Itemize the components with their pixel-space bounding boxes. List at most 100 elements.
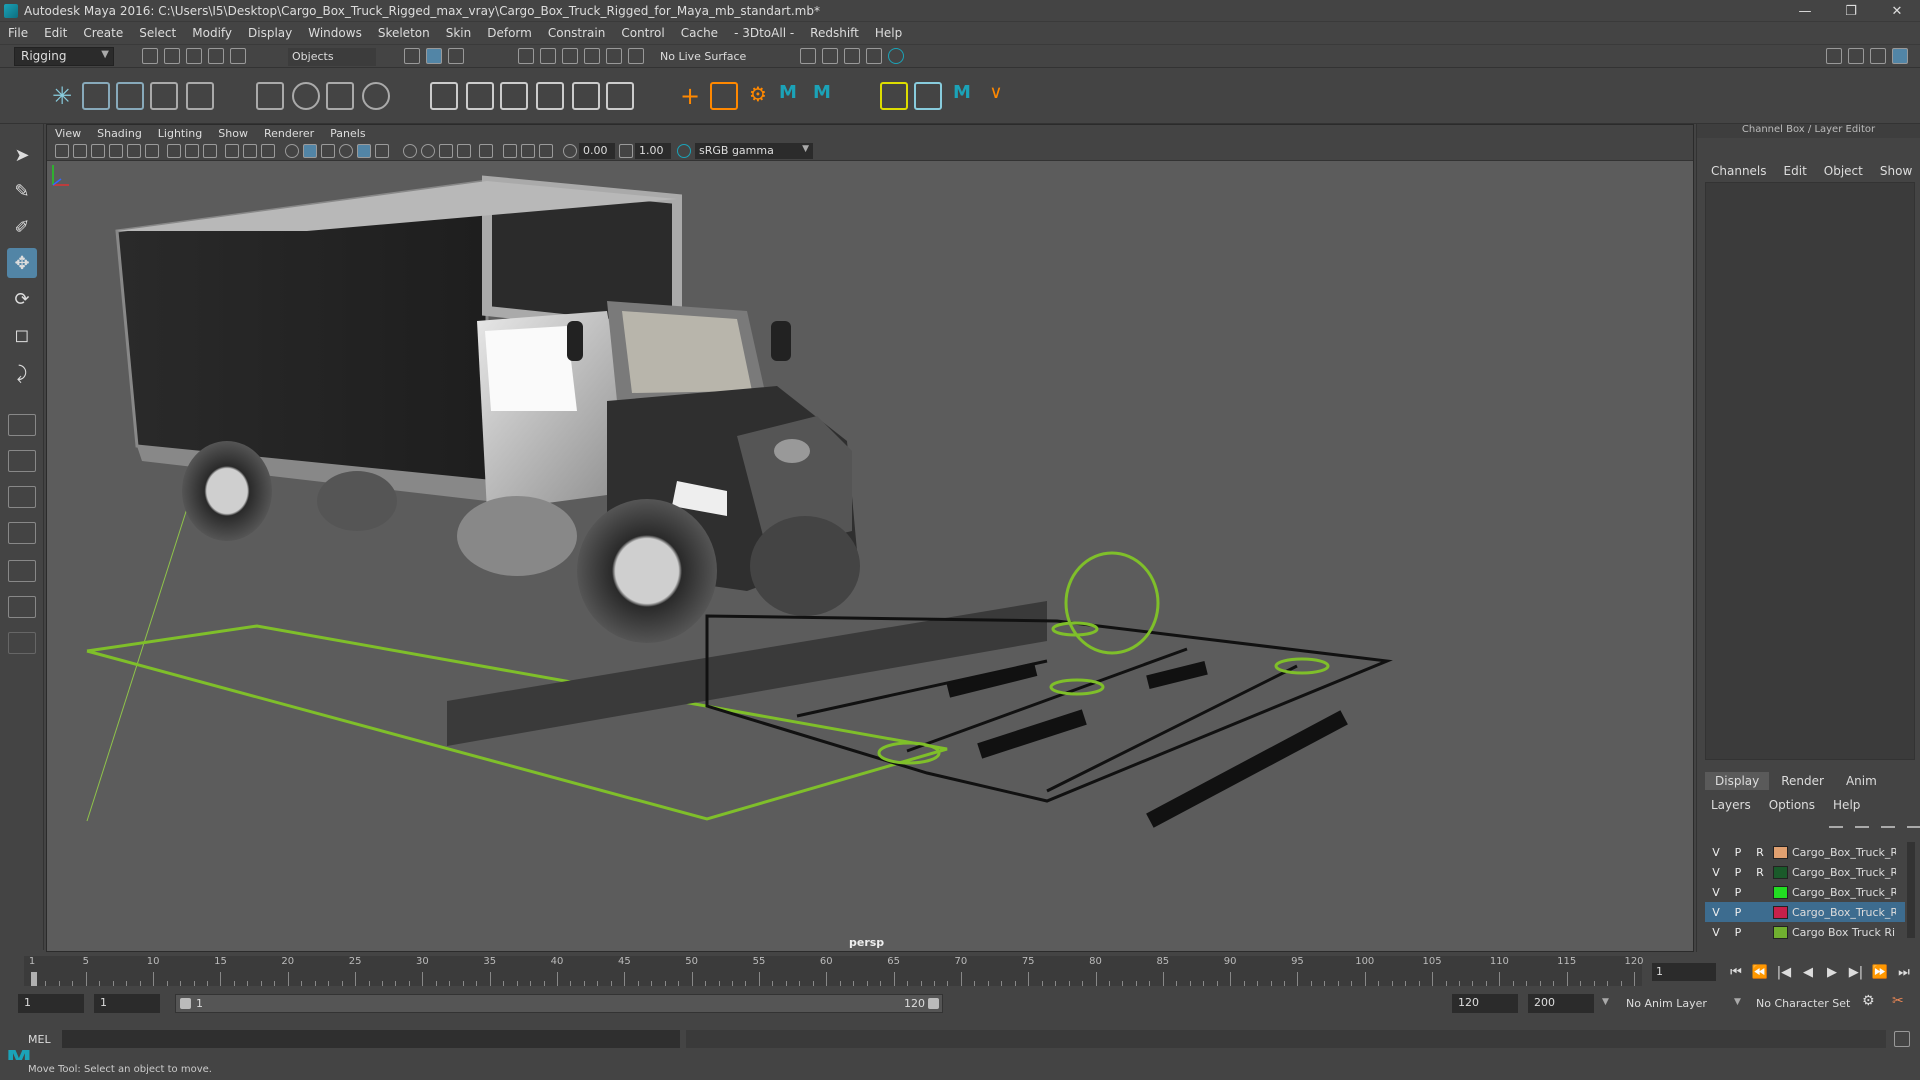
current-time-marker[interactable] [31,972,37,986]
resolution-gate-icon[interactable] [203,144,217,158]
menu-help[interactable]: Help [875,26,902,40]
play-backwards-button[interactable]: ◀ [1796,963,1820,981]
layer-visibility-toggle[interactable]: V [1705,846,1727,859]
menu-deform[interactable]: Deform [487,26,532,40]
select-component-icon[interactable] [448,48,464,64]
outliner-layout-icon[interactable] [8,522,36,544]
cb-menu-object[interactable]: Object [1824,164,1863,178]
current-frame-field[interactable]: 1 [1652,963,1716,981]
2d-pan-zoom-icon[interactable] [127,144,141,158]
grease-pencil-icon[interactable] [145,144,159,158]
select-hierarchy-icon[interactable] [404,48,420,64]
layer-color-swatch[interactable] [1773,865,1788,879]
four-view-layout-icon[interactable] [8,450,36,472]
rotate-tool-icon[interactable]: ⟳ [7,284,37,314]
menu-display[interactable]: Display [248,26,292,40]
orient-constraint-icon[interactable] [500,82,528,110]
wrap-deformer-icon[interactable] [914,82,942,110]
new-scene-icon[interactable] [142,48,158,64]
layer-color-swatch[interactable] [1773,885,1788,899]
layer-list-scrollbar[interactable] [1907,842,1915,938]
cb-menu-show[interactable]: Show [1880,164,1912,178]
mirror-joint-icon[interactable] [186,82,214,110]
minimize-button[interactable]: — [1782,0,1828,22]
textured-icon[interactable] [357,144,371,158]
layer-row[interactable]: V P Cargo_Box_Truck_Ri [1705,882,1905,902]
time-slider-track[interactable]: 1 5 10 15 20 25 30 35 40 45 50 55 60 65 70 75 80 85 90 95 10… [24,956,1644,986]
range-start-handle[interactable] [180,998,191,1009]
channel-list-area[interactable] [1705,182,1915,760]
film-gate-icon[interactable] [185,144,199,158]
menu-edit[interactable]: Edit [44,26,67,40]
step-back-frame-button[interactable]: |◀ [1772,963,1796,981]
color-space-dropdown[interactable]: sRGB gamma ▼ [695,143,813,159]
joint-tool-icon[interactable]: ✳ [48,82,76,110]
snap-view-plane-icon[interactable] [584,48,600,64]
command-language-label[interactable]: MEL [28,1033,51,1046]
bind-skin-icon[interactable] [256,82,284,110]
go-to-start-button[interactable]: ⏮ [1724,963,1748,981]
layer-playback-toggle[interactable]: P [1727,926,1749,939]
play-forwards-button[interactable]: ▶ [1820,963,1844,981]
smooth-shade-icon[interactable] [303,144,317,158]
playback-end-field[interactable]: 120 [1452,994,1518,1013]
layer-row-selected[interactable]: V P Cargo_Box_Truck_Ri [1705,902,1905,922]
graph-layout-icon[interactable] [8,560,36,582]
preferences-icon[interactable]: ✂ [1892,993,1904,1009]
aim-constraint-icon[interactable] [572,82,600,110]
hypershade-icon[interactable] [888,48,904,64]
tool-settings-icon[interactable] [1870,48,1886,64]
orient-joint-icon[interactable] [710,82,738,110]
panel-menu-renderer[interactable]: Renderer [264,127,314,140]
gamma-field[interactable]: 1.00 [635,143,671,159]
character-set-dropdown[interactable]: No Character Set [1756,997,1850,1010]
main-control-circle[interactable] [1064,551,1160,655]
panel-menu-view[interactable]: View [55,127,81,140]
xray-icon[interactable] [503,144,517,158]
gamma-icon[interactable] [619,144,633,158]
layer-visibility-toggle[interactable]: V [1705,886,1727,899]
smooth-bind-icon[interactable] [292,82,320,110]
menu-skeleton[interactable]: Skeleton [378,26,430,40]
lights-icon[interactable] [375,144,389,158]
go-to-end-button[interactable]: ⏭ [1892,963,1916,981]
panel-menu-panels[interactable]: Panels [330,127,365,140]
layer-color-swatch[interactable] [1773,845,1788,859]
field-chart-icon[interactable] [243,144,257,158]
layer-visibility-toggle[interactable]: V [1705,906,1727,919]
menu-constrain[interactable]: Constrain [548,26,606,40]
slider-control-3[interactable] [1274,657,1330,675]
layer-playback-toggle[interactable]: P [1727,906,1749,919]
last-tool-icon[interactable]: ⤸ [7,358,37,388]
wireframe-on-shaded-icon[interactable] [339,144,353,158]
move-layer-up-icon[interactable] [1829,816,1843,828]
single-perspective-layout-icon[interactable] [8,414,36,436]
paint-select-icon[interactable]: ✐ [7,212,37,242]
exposure-field[interactable]: 0.00 [579,143,615,159]
animation-end-field[interactable]: 200 [1528,994,1594,1013]
color-management-icon[interactable] [677,144,691,158]
quick-rig-icon[interactable]: M [808,82,836,110]
redo-icon[interactable] [230,48,246,64]
save-scene-icon[interactable] [186,48,202,64]
layer-color-swatch[interactable] [1773,905,1788,919]
render-settings-icon[interactable] [866,48,882,64]
undo-icon[interactable] [208,48,224,64]
le-menu-help[interactable]: Help [1833,798,1860,812]
step-back-key-button[interactable]: ⏪ [1748,963,1772,981]
layer-row[interactable]: V P R Cargo_Box_Truck_Ri [1705,842,1905,862]
blend-shape-icon[interactable] [880,82,908,110]
anim-layer-dropdown[interactable]: No Anim Layer [1626,997,1707,1010]
character-controls-icon[interactable]: M [948,82,976,110]
playback-start-field[interactable]: 1 [94,994,160,1013]
cb-menu-edit[interactable]: Edit [1784,164,1807,178]
menu-cache[interactable]: Cache [681,26,718,40]
layer-row[interactable]: V P Cargo Box Truck Ri [1705,922,1905,942]
panel-menu-lighting[interactable]: Lighting [158,127,202,140]
point-constraint-icon[interactable] [466,82,494,110]
skin-paint-icon[interactable]: ⚙ [744,82,772,110]
grid-icon[interactable] [167,144,181,158]
two-panel-layout-icon[interactable] [8,486,36,508]
layer-display-type-toggle[interactable]: R [1749,866,1771,879]
image-plane-icon[interactable] [109,144,123,158]
